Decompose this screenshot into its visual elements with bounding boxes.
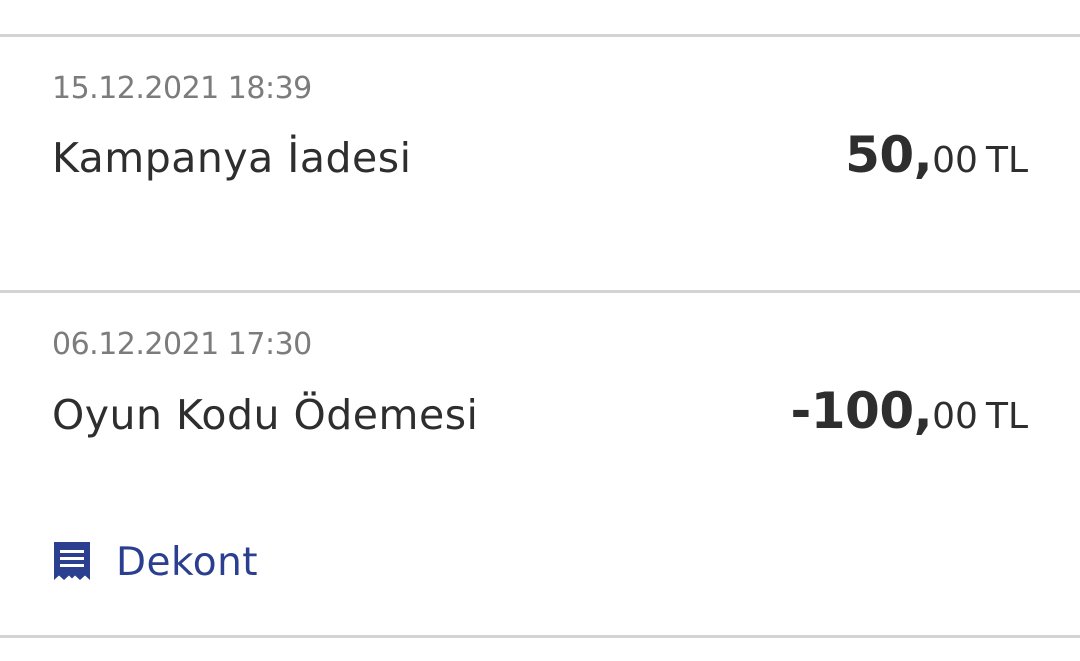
transaction-title: Oyun Kodu Ödemesi bbox=[52, 391, 479, 439]
receipt-icon bbox=[52, 540, 92, 584]
amount-integer: 50, bbox=[845, 126, 933, 184]
amount-currency: TL bbox=[985, 396, 1028, 437]
amount-currency: TL bbox=[985, 140, 1028, 181]
amount-decimal: 00 bbox=[932, 140, 978, 181]
receipt-link[interactable]: Dekont bbox=[52, 538, 258, 586]
amount-decimal: 00 bbox=[932, 396, 978, 437]
transaction-title: Kampanya İadesi bbox=[52, 134, 412, 182]
amount-integer: -100, bbox=[790, 382, 933, 440]
transaction-amount: -100,00 TL bbox=[791, 383, 1028, 451]
bottom-divider bbox=[0, 635, 1080, 638]
transaction-date: 06.12.2021 17:30 bbox=[52, 327, 312, 362]
transaction-amount: 50,00 TL bbox=[845, 127, 1028, 195]
transaction-date: 15.12.2021 18:39 bbox=[52, 71, 312, 106]
transaction-item[interactable]: 15.12.2021 18:39 Kampanya İadesi 50,00 TL bbox=[0, 37, 1080, 290]
receipt-label: Dekont bbox=[116, 539, 259, 585]
